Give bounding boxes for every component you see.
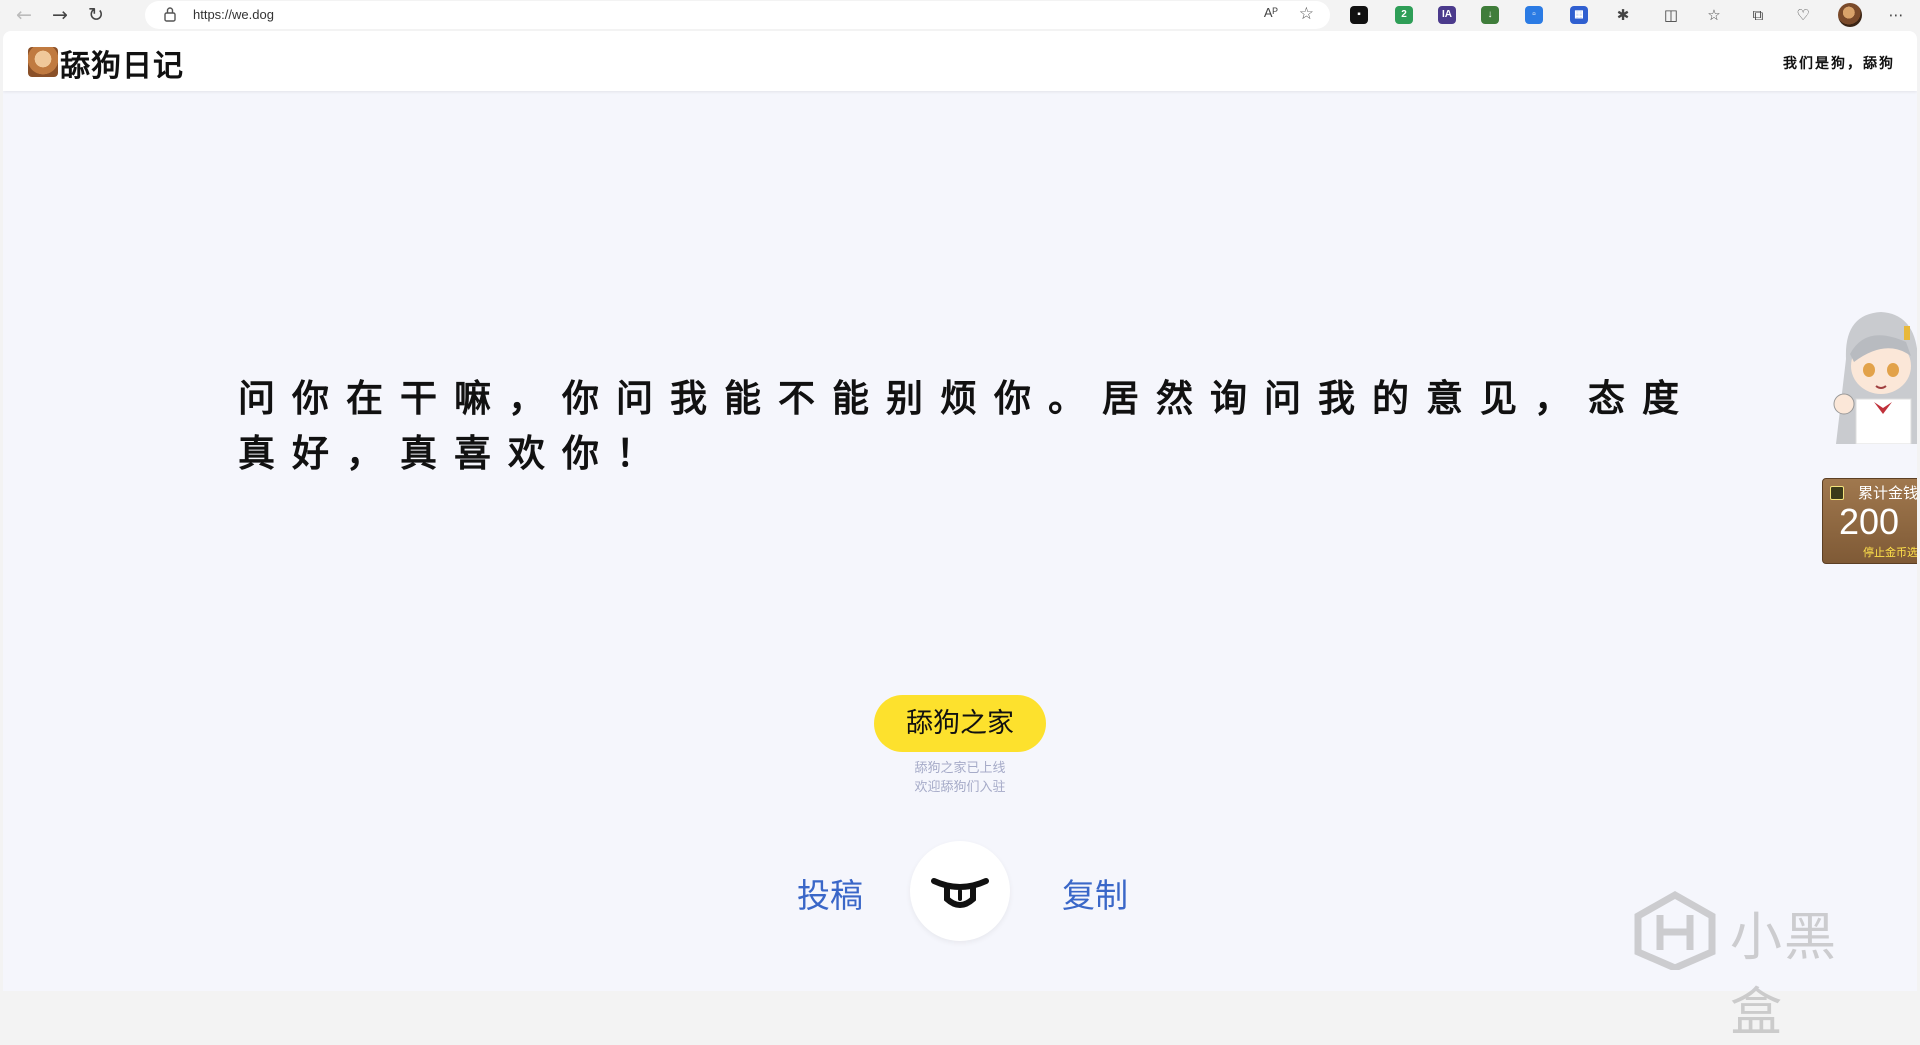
reload-icon[interactable]: ↻	[84, 4, 108, 26]
site-slogan: 我们是狗，舔狗	[1783, 56, 1895, 72]
extension-blue-icon[interactable]: ▫	[1525, 6, 1543, 24]
extension-shield-icon[interactable]: 2	[1395, 6, 1413, 24]
profile-avatar[interactable]	[1838, 3, 1862, 27]
anime-mascot-icon[interactable]	[1826, 304, 1917, 444]
favorite-star-icon[interactable]: ☆	[1299, 4, 1314, 24]
home-notice-line-1: 舔狗之家已上线	[914, 761, 1006, 776]
url-text[interactable]: https://we.dog	[193, 1, 274, 29]
back-icon[interactable]: ←	[12, 4, 36, 26]
favorites-icon[interactable]: ☆	[1704, 5, 1724, 25]
split-screen-icon[interactable]: ◫	[1661, 5, 1681, 25]
extension-download-icon[interactable]: ↓	[1481, 6, 1499, 24]
extensions-puzzle-icon[interactable]: ✱	[1613, 5, 1633, 25]
lock-icon[interactable]	[163, 6, 177, 22]
refresh-tongue-button[interactable]	[910, 841, 1010, 941]
extension-ia-icon[interactable]: IA	[1438, 6, 1456, 24]
dog-logo-icon	[28, 47, 58, 77]
collections-icon[interactable]: ⧉	[1748, 5, 1768, 25]
diary-quote-text: 问你在干嘛，你问我能不能别烦你。居然询问我的意见，态度真好，真喜欢你！	[238, 377, 1696, 475]
more-menu-icon[interactable]: ⋯	[1886, 5, 1906, 25]
extension-black-icon[interactable]: ▪	[1350, 6, 1368, 24]
home-notice-line-2: 欢迎舔狗们入驻	[914, 780, 1006, 795]
forward-icon[interactable]: →	[48, 4, 72, 26]
site-logo-title[interactable]: 舔狗日记	[60, 41, 184, 85]
coin-count: 200	[1839, 501, 1900, 542]
xiaoheihe-watermark: 小黑盒	[1630, 890, 1880, 1043]
tongue-face-icon	[931, 878, 989, 908]
page-viewport: 舔狗日记 我们是狗，舔狗 问你在干嘛，你问我能不能别烦你。居然询问我的意见，态度…	[3, 31, 1917, 991]
watermark-text: 小黑盒	[1730, 908, 1839, 1043]
dog-home-button[interactable]: 舔狗之家	[874, 695, 1046, 752]
read-aloud-icon[interactable]: Aᴾ	[1264, 5, 1278, 20]
site-header: 舔狗日记 我们是狗，舔狗	[3, 31, 1917, 91]
watermark-logo-icon	[1634, 890, 1716, 972]
submit-link[interactable]: 投稿	[797, 869, 863, 917]
home-notice: 舔狗之家已上线 欢迎舔狗们入驻	[860, 759, 1060, 797]
coin-stop-button[interactable]: 停止金币选	[1863, 544, 1917, 560]
browser-toolbar: ← → ↻ https://we.dog Aᴾ ☆ ▪ 2 IA ↓ ▫ ▦ ✱…	[0, 0, 1920, 31]
copy-link[interactable]: 复制	[1062, 869, 1128, 917]
coin-widget-title: 累计金钱	[1858, 484, 1917, 502]
coin-widget-icon	[1830, 486, 1844, 500]
coin-counter-widget[interactable]: 累计金钱 200 停止金币选	[1822, 478, 1917, 564]
extension-grid-icon[interactable]: ▦	[1570, 6, 1588, 24]
address-bar[interactable]: https://we.dog Aᴾ ☆	[145, 1, 1330, 29]
performance-icon[interactable]: ♡	[1793, 5, 1813, 25]
